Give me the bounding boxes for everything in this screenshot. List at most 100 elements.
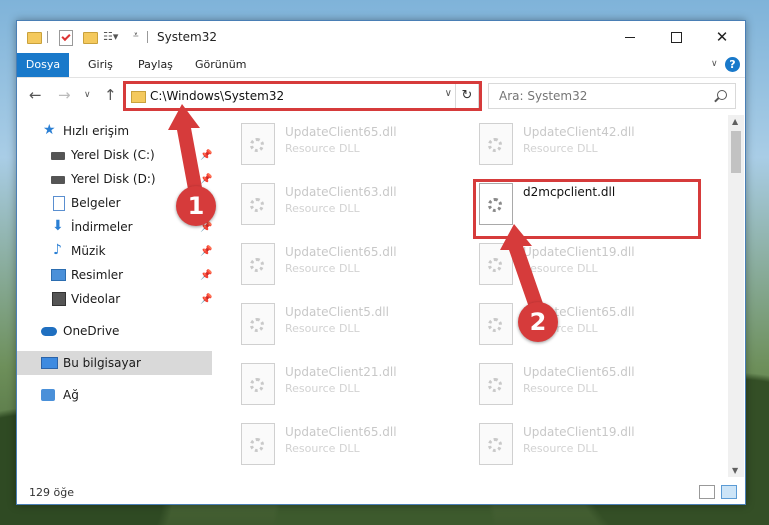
scroll-down-icon[interactable]: ▼ <box>732 466 738 475</box>
status-bar: 129 öğe <box>17 481 745 503</box>
new-folder-icon[interactable] <box>83 32 98 44</box>
file-type: Resource DLL <box>285 442 360 455</box>
file-explorer-window: ☷▾ ⩡ System32 ✕ Dosya Giriş Paylaş Görün… <box>16 20 746 505</box>
pin-icon: 📌 <box>200 245 213 257</box>
file-item[interactable]: UpdateClient65.dll Resource DLL <box>473 299 695 347</box>
close-button[interactable]: ✕ <box>699 21 745 53</box>
computer-icon <box>41 357 58 369</box>
sidebar-item-local-disk-d[interactable]: Yerel Disk (D:) 📌 <box>17 167 212 191</box>
scroll-thumb[interactable] <box>731 131 741 173</box>
address-bar-highlight <box>123 81 482 111</box>
sidebar-item-music[interactable]: ♪ Müzik 📌 <box>17 239 212 263</box>
recent-locations-button[interactable]: ∨ <box>84 90 91 100</box>
file-item[interactable]: UpdateClient63.dll Resource DLL <box>235 179 457 227</box>
drive-icon <box>51 152 65 160</box>
vertical-scrollbar[interactable]: ▲ ▼ <box>728 115 744 477</box>
file-item[interactable]: UpdateClient65.dll Resource DLL <box>473 359 695 407</box>
maximize-button[interactable] <box>653 21 699 53</box>
file-item[interactable]: UpdateClient5.dll Resource DLL <box>235 299 457 347</box>
divider <box>47 31 48 43</box>
file-name: UpdateClient65.dll <box>285 245 397 259</box>
folder-icon <box>27 32 42 44</box>
up-button[interactable]: ↑ <box>104 86 117 104</box>
forward-button[interactable]: → <box>58 86 71 104</box>
quick-access-dropdown-icon[interactable]: ⩡ <box>133 30 139 41</box>
back-button[interactable]: ← <box>29 86 42 104</box>
dll-file-icon <box>241 423 275 465</box>
drive-icon <box>51 176 65 184</box>
sidebar-item-label: İndirmeler <box>71 220 133 234</box>
sidebar-item-quick-access[interactable]: ★ Hızlı erişim <box>17 119 212 143</box>
file-name: UpdateClient63.dll <box>285 185 397 199</box>
sidebar-item-this-pc[interactable]: Bu bilgisayar <box>17 351 212 375</box>
details-view-icon[interactable] <box>699 485 715 499</box>
sidebar-item-pictures[interactable]: Resimler 📌 <box>17 263 212 287</box>
tab-share[interactable]: Paylaş <box>138 53 173 77</box>
file-item[interactable]: UpdateClient65.dll Resource DLL <box>235 419 457 467</box>
file-name: UpdateClient19.dll <box>523 245 635 259</box>
network-icon <box>41 389 55 401</box>
sidebar-item-local-disk-c[interactable]: Yerel Disk (C:) 📌 <box>17 143 212 167</box>
sidebar-item-label: Ağ <box>63 388 79 402</box>
file-item[interactable]: UpdateClient19.dll Resource DLL <box>473 239 695 287</box>
help-icon[interactable]: ? <box>725 57 740 72</box>
file-type: Resource DLL <box>285 202 360 215</box>
dll-file-icon <box>241 243 275 285</box>
file-item[interactable]: UpdateClient21.dll Resource DLL <box>235 359 457 407</box>
customize-toolbar-icon[interactable]: ☷▾ <box>103 30 118 43</box>
file-name: UpdateClient5.dll <box>285 305 389 319</box>
file-item[interactable]: UpdateClient19.dll Resource DLL <box>473 419 695 467</box>
sidebar-item-label: Yerel Disk (C:) <box>71 148 155 162</box>
expand-ribbon-icon[interactable]: ∨ <box>711 59 718 69</box>
tab-view[interactable]: Görünüm <box>195 53 246 77</box>
file-highlight <box>473 179 701 239</box>
pin-icon: 📌 <box>200 269 213 281</box>
sidebar-item-label: Hızlı erişim <box>63 124 130 138</box>
large-icons-view-icon[interactable] <box>721 485 737 499</box>
download-icon: ⬇ <box>52 218 64 234</box>
sidebar-item-onedrive[interactable]: OneDrive <box>17 319 212 343</box>
dll-file-icon <box>479 243 513 285</box>
dll-file-icon <box>479 303 513 345</box>
video-icon <box>52 292 66 306</box>
tab-file[interactable]: Dosya <box>17 53 69 77</box>
search-box[interactable] <box>488 83 736 109</box>
step-badge-1: 1 <box>176 186 216 226</box>
star-icon: ★ <box>43 122 56 138</box>
file-name: UpdateClient65.dll <box>285 125 397 139</box>
dll-file-icon <box>241 303 275 345</box>
file-type: Resource DLL <box>285 322 360 335</box>
sidebar-item-videos[interactable]: Videolar 📌 <box>17 287 212 311</box>
maximize-icon <box>670 31 682 43</box>
sidebar-item-label: OneDrive <box>63 324 120 338</box>
sidebar-item-network[interactable]: Ağ <box>17 383 212 407</box>
file-type: Resource DLL <box>523 382 598 395</box>
sidebar-item-label: Bu bilgisayar <box>63 356 141 370</box>
divider <box>147 31 148 43</box>
pin-icon: 📌 <box>200 149 213 161</box>
file-list: UpdateClient65.dll Resource DLL UpdateCl… <box>213 115 727 475</box>
minimize-button[interactable] <box>607 21 653 53</box>
dll-file-icon <box>241 183 275 225</box>
pictures-icon <box>51 269 66 281</box>
close-icon: ✕ <box>715 28 729 46</box>
file-item[interactable]: UpdateClient65.dll Resource DLL <box>235 239 457 287</box>
item-count: 129 öğe <box>29 486 74 499</box>
file-item[interactable]: UpdateClient42.dll Resource DLL <box>473 119 695 167</box>
file-name: UpdateClient65.dll <box>523 365 635 379</box>
tab-home[interactable]: Giriş <box>88 53 113 77</box>
minimize-icon <box>625 36 635 38</box>
scroll-up-icon[interactable]: ▲ <box>732 117 738 126</box>
dll-file-icon <box>479 423 513 465</box>
sidebar-item-label: Müzik <box>71 244 106 258</box>
pin-icon: 📌 <box>200 293 213 305</box>
file-item[interactable]: UpdateClient65.dll Resource DLL <box>235 119 457 167</box>
ribbon-tabs: Dosya Giriş Paylaş Görünüm ∨ ? <box>17 53 745 78</box>
navigation-pane: ★ Hızlı erişim Yerel Disk (C:) 📌 Yerel D… <box>17 115 212 475</box>
search-input[interactable] <box>497 88 701 104</box>
dll-file-icon <box>479 123 513 165</box>
file-name: UpdateClient21.dll <box>285 365 397 379</box>
properties-icon[interactable] <box>59 30 73 46</box>
file-name: UpdateClient42.dll <box>523 125 635 139</box>
search-icon[interactable] <box>717 90 727 100</box>
